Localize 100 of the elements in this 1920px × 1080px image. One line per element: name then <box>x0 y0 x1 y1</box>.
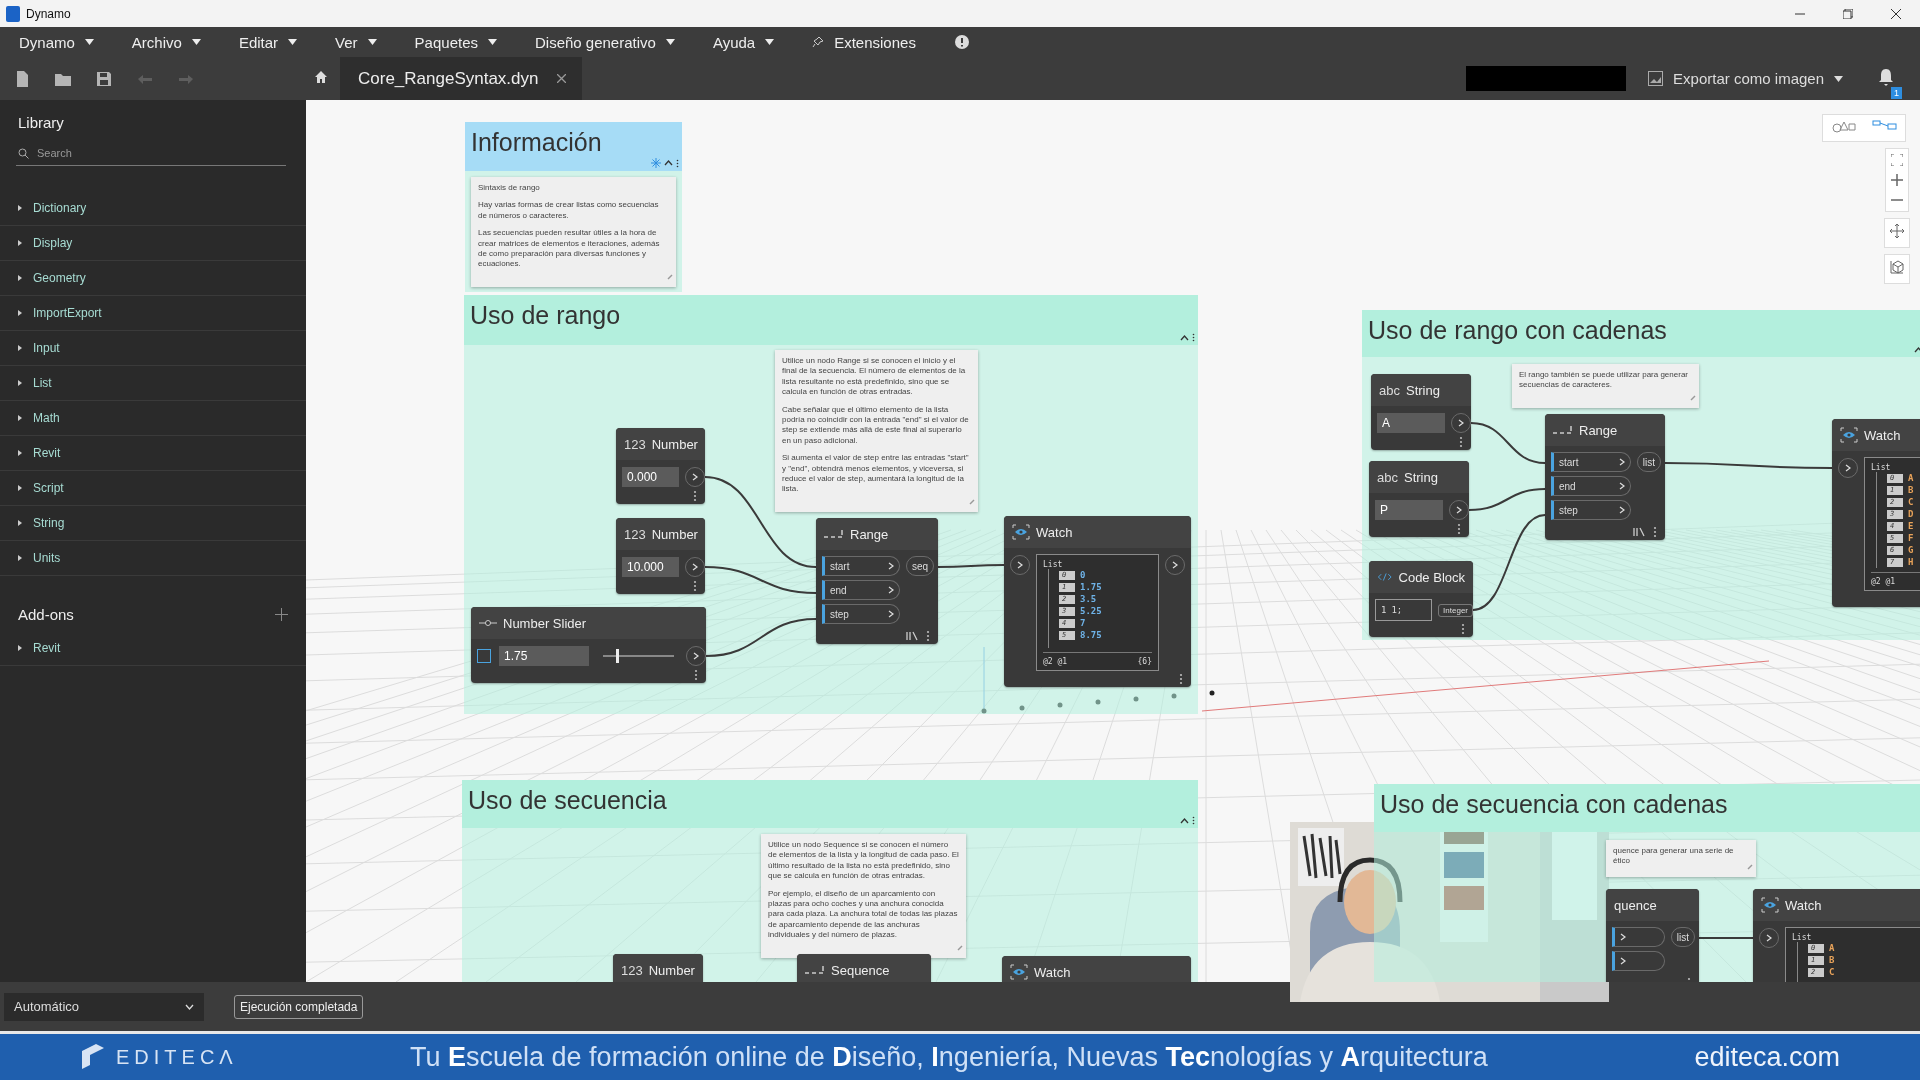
type-label: abc <box>1379 382 1400 398</box>
value-field[interactable]: A <box>1377 413 1445 433</box>
note[interactable]: quence para generar una serie de ético <box>1606 840 1756 877</box>
library-item[interactable]: String <box>0 506 306 541</box>
menu-item[interactable]: Ver <box>335 33 377 51</box>
node-title: Code Block <box>1398 569 1465 585</box>
note-text: Las secuencias pueden resultar útiles a la hora de crear matrices de elementos e iteraciones, además de como preparación para diversas funciones y ecuaciones. <box>478 228 661 270</box>
node-title: Watch <box>1864 427 1901 443</box>
node-title: Watch <box>1036 524 1073 540</box>
run-status-button[interactable]: Ejecución completada <box>234 994 364 1019</box>
note-text: Por ejemplo, el diseño de un aparcamiento con plazas para ocho coches y una anchura conocida para cada plaza. La anchura total de todas las plazas de aparcamiento depende de las anchuras individuales y del número de plazas. <box>768 888 959 941</box>
library-item[interactable]: List <box>0 366 306 401</box>
value-field[interactable]: 10.000 <box>622 557 679 577</box>
node-title: Number <box>651 436 698 452</box>
number-node[interactable]: 123 Number <box>613 954 703 982</box>
code-block-node[interactable]: Code Block 1 1; Integer <box>1369 561 1473 637</box>
search-field[interactable]: Search <box>37 147 237 159</box>
note-text: Sintaxis de rango <box>478 183 541 194</box>
note-text: Utilice un nodo Range si se conocen el inicio y el final de la secuencia. El número de elementos de la lista resultante no está predefinido, sino que se calcula en función de otras entradas. <box>782 356 967 398</box>
library-title: Library <box>17 113 65 133</box>
sequence-node[interactable]: Sequence <box>797 954 931 982</box>
code-text: 1; <box>1391 605 1403 615</box>
output-port[interactable]: Integer <box>1438 603 1473 617</box>
menu-item[interactable]: Ayuda <box>712 33 775 51</box>
type-label: abc <box>1377 469 1398 485</box>
list-value: A <box>1908 473 1914 483</box>
list-value: H <box>1908 557 1914 567</box>
slider-node[interactable]: Number Slider 1.75 <box>471 607 706 683</box>
string-node[interactable]: abc String P <box>1369 461 1469 537</box>
group-title: Uso de secuencia con cadenas <box>1380 790 1728 818</box>
menu-item[interactable]: Paquetes <box>414 33 497 51</box>
library-item[interactable]: Units <box>0 541 306 576</box>
list-value: 7 <box>1080 618 1086 628</box>
library-item[interactable]: Revit <box>0 436 306 471</box>
node-title: Watch <box>1785 897 1822 913</box>
menu-item[interactable]: Extensiones <box>812 33 916 51</box>
list-value: 8.75 <box>1080 630 1102 640</box>
menu-item[interactable]: Editar <box>238 33 298 51</box>
node-title: Sequence <box>831 962 890 978</box>
list-levels: @2 @1 <box>1871 577 1896 586</box>
node-title: Range <box>1579 422 1618 438</box>
number-node[interactable]: 123 Number 0.000 <box>616 428 705 504</box>
group-header[interactable]: Uso de secuencia con cadenas <box>1374 784 1920 832</box>
node-title: String <box>1403 469 1438 485</box>
node-title: String <box>1405 382 1440 398</box>
group-header[interactable]: Uso de rango <box>464 295 1198 345</box>
range-node[interactable]: Range start end step list <box>1545 414 1665 540</box>
library-item[interactable]: Display <box>0 226 306 261</box>
library-item[interactable]: Dictionary <box>0 191 306 226</box>
node-title: Watch <box>1034 964 1071 980</box>
file-tab[interactable]: Core_RangeSyntax.dyn <box>340 57 582 100</box>
value-field[interactable]: P <box>1375 500 1443 520</box>
note-text: Si aumenta el valor de step entre las entradas "start" y "end", obtendrá menos elementos, y viceversa, si reduce el valor de step, aumentará la longitud de la lista. <box>782 453 970 495</box>
value-field[interactable]: 0.000 <box>622 467 679 487</box>
group-header[interactable]: Uso de secuencia <box>462 780 1198 828</box>
list-label: List <box>1871 463 1892 472</box>
logo-text: EDITECΛ <box>116 1045 238 1069</box>
list-value: C <box>1908 497 1914 507</box>
number-node[interactable]: 123 Number 10.000 <box>616 518 705 594</box>
code-editor[interactable]: 1 1; <box>1375 599 1433 621</box>
node-title: quence <box>1614 897 1657 913</box>
library-item[interactable]: Script <box>0 471 306 506</box>
group-title: Uso de rango <box>470 301 621 329</box>
library-item[interactable]: Geometry <box>0 261 306 296</box>
note-text: Utilice un nodo Sequence si se conocen el número de elementos de la lista y la longitud de cada paso. El último resultado de la lista no está predefinido, sino que se calcula en función de otras entradas. <box>768 840 959 882</box>
menu-item[interactable]: Diseño generativo <box>535 33 675 51</box>
sequence-node[interactable]: quence list <box>1606 889 1699 982</box>
type-label: 123 <box>624 526 646 542</box>
note[interactable]: El rango también se puede utilizar para generar secuencias de caracteres. <box>1512 364 1699 408</box>
value-field[interactable]: 1.75 <box>499 646 589 666</box>
run-mode-dropdown[interactable]: Automático <box>4 992 204 1021</box>
range-node[interactable]: Range start end step seq <box>816 518 938 644</box>
library-item[interactable]: Math <box>0 401 306 436</box>
group-header[interactable]: Información <box>465 122 682 171</box>
type-label: 123 <box>624 436 646 452</box>
list-value: C <box>1829 967 1835 977</box>
menu-item[interactable]: Dynamo <box>19 33 94 51</box>
group-header[interactable]: Uso de rango con cadenas <box>1362 310 1920 357</box>
section-title: Add-ons <box>18 606 74 623</box>
list-label: List <box>1043 560 1064 569</box>
list-label: List <box>1792 933 1813 942</box>
notification-count: 1 <box>1891 86 1902 99</box>
library-item[interactable]: Revit <box>0 631 306 666</box>
note-text: quence para generar una serie de <box>1613 846 1735 857</box>
site-address: editeca.com <box>1694 1041 1840 1073</box>
group-title: Información <box>471 128 602 156</box>
type-label: 123 <box>621 962 643 978</box>
node-title: Range <box>850 526 889 542</box>
node-title: Number Slider <box>503 615 587 631</box>
string-node[interactable]: abc String A <box>1371 374 1471 450</box>
list-value: 5.25 <box>1080 606 1102 616</box>
note-text: El rango también se puede utilizar para generar secuencias de caracteres. <box>1519 370 1689 391</box>
watch-node[interactable]: Watch <box>1002 956 1191 982</box>
list-value: 3.5 <box>1080 594 1097 604</box>
library-item[interactable]: Input <box>0 331 306 366</box>
list-value: B <box>1908 485 1914 495</box>
list-value: 0 <box>1080 570 1086 580</box>
export-button[interactable]: Exportar como imagen <box>1648 70 1843 87</box>
menu-item[interactable]: Archivo <box>131 33 201 51</box>
library-item[interactable]: ImportExport <box>0 296 306 331</box>
